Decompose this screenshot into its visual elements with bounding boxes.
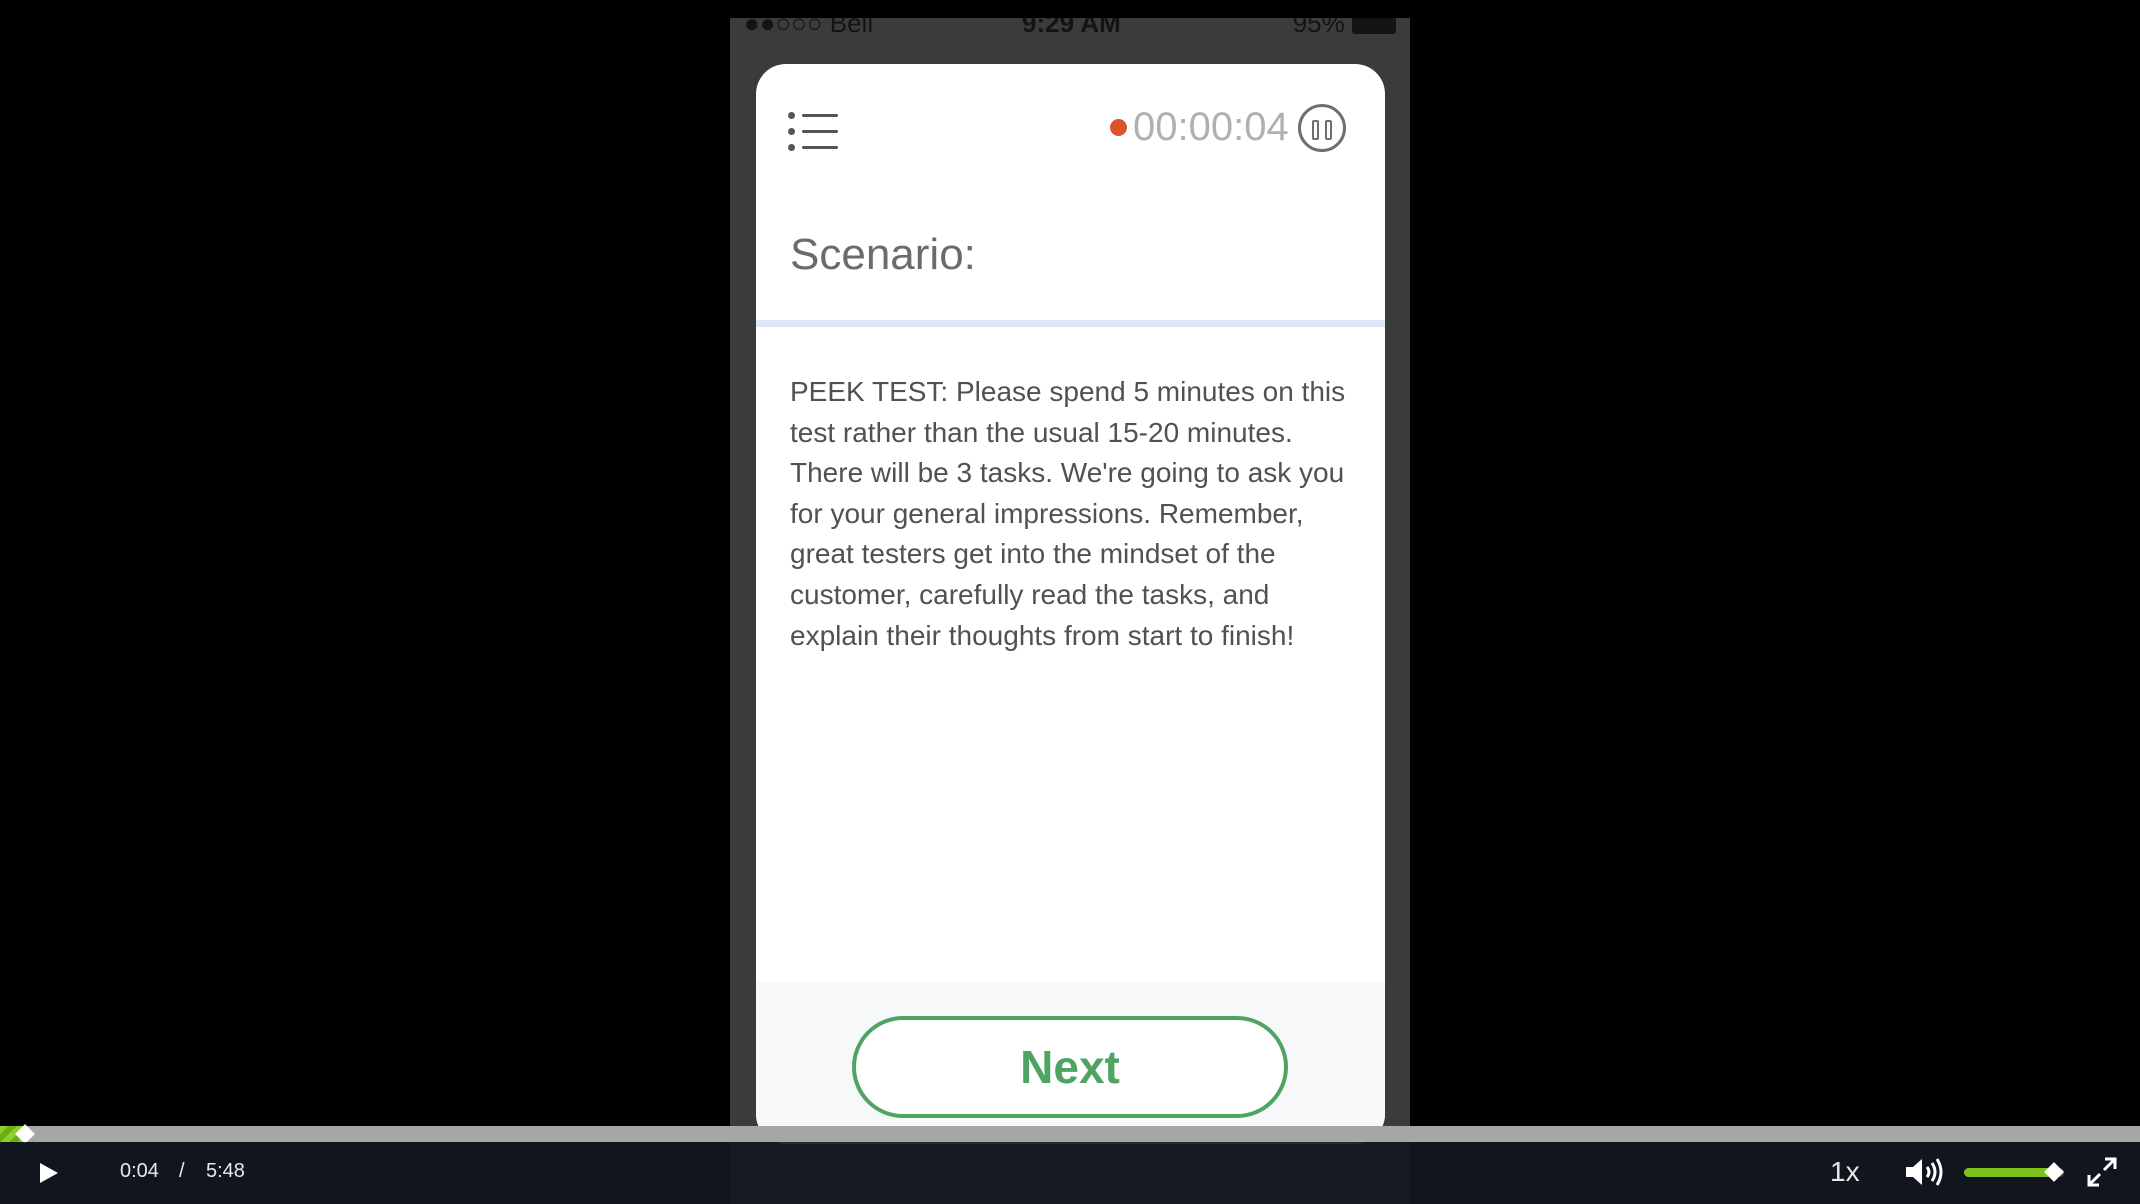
battery-icon — [1352, 18, 1396, 35]
volume-level — [1964, 1168, 2054, 1177]
duration: 5:48 — [206, 1160, 245, 1182]
playback-speed-button[interactable]: 1x — [1830, 1156, 1860, 1188]
battery-indicator: 95% — [1293, 18, 1396, 38]
time-separator: / — [179, 1160, 185, 1182]
recording-dot-icon — [1110, 118, 1127, 136]
task-list-menu-icon[interactable] — [786, 110, 842, 154]
scenario-card: 00:00:04 Scenario: PEEK TEST: Please spe… — [756, 64, 1385, 1144]
current-time: 0:04 — [120, 1160, 159, 1182]
video-player-controls: 0:04 / 5:48 1x — [0, 1124, 2140, 1204]
next-button[interactable]: Next — [852, 1016, 1288, 1118]
status-clock: 9:29 AM — [1022, 18, 1121, 38]
carrier-signal: ●●○○○ Bell — [744, 18, 874, 38]
volume-handle[interactable] — [2044, 1162, 2064, 1182]
timer-value: 00:00:04 — [1133, 104, 1289, 149]
battery-percent: 95% — [1292, 18, 1345, 38]
card-footer: Next — [756, 982, 1385, 1144]
volume-slider[interactable] — [1964, 1162, 2064, 1182]
volume-icon[interactable] — [1904, 1156, 1944, 1188]
scenario-heading: Scenario: — [790, 230, 976, 279]
pause-icon — [1312, 120, 1319, 140]
control-bar: 0:04 / 5:48 1x — [0, 1142, 2140, 1204]
phone-screen: ●●○○○ Bell 9:29 AM 95% 00:00:04 Scenario… — [730, 18, 1410, 1204]
ios-status-bar: ●●○○○ Bell 9:29 AM 95% — [730, 18, 1410, 38]
fullscreen-icon[interactable] — [2086, 1156, 2118, 1188]
play-icon[interactable] — [32, 1158, 62, 1188]
recording-timer: 00:00:04 — [1110, 102, 1289, 152]
seek-bar[interactable] — [0, 1124, 2140, 1144]
pause-button[interactable] — [1298, 104, 1346, 152]
scenario-text: PEEK TEST: Please spend 5 minutes on thi… — [790, 376, 1346, 651]
section-divider — [756, 320, 1385, 327]
